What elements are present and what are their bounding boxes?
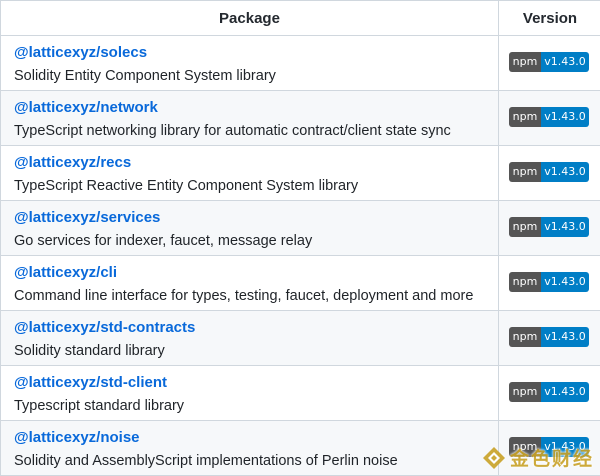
package-description: Solidity Entity Component System library [14, 68, 276, 84]
npm-version-badge[interactable]: npm v1.43.0 [509, 217, 589, 237]
badge-version: v1.43.0 [541, 327, 589, 347]
package-column-header: Package [0, 0, 499, 36]
package-cell: @latticexyz/std-contracts Solidity stand… [0, 310, 499, 366]
badge-version: v1.43.0 [541, 437, 589, 457]
version-column-header: Version [498, 0, 600, 36]
badge-label: npm [509, 382, 541, 402]
package-link-std-contracts[interactable]: @latticexyz/std-contracts [14, 318, 498, 338]
npm-version-badge[interactable]: npm v1.43.0 [509, 107, 589, 127]
badge-label: npm [509, 272, 541, 292]
badge-version: v1.43.0 [541, 162, 589, 182]
npm-version-badge[interactable]: npm v1.43.0 [509, 382, 589, 402]
npm-version-badge[interactable]: npm v1.43.0 [509, 327, 589, 347]
package-description: Command line interface for types, testin… [14, 288, 474, 304]
package-link-noise[interactable]: @latticexyz/noise [14, 428, 498, 448]
table-row: @latticexyz/cli Command line interface f… [0, 255, 600, 311]
badge-label: npm [509, 217, 541, 237]
npm-version-badge[interactable]: npm v1.43.0 [509, 52, 589, 72]
version-cell: npm v1.43.0 [498, 145, 600, 201]
package-cell: @latticexyz/cli Command line interface f… [0, 255, 499, 311]
version-cell: npm v1.43.0 [498, 255, 600, 311]
table-header-row: Package Version [0, 0, 600, 36]
badge-label: npm [509, 52, 541, 72]
version-cell: npm v1.43.0 [498, 420, 600, 476]
table-row: @latticexyz/noise Solidity and AssemblyS… [0, 420, 600, 476]
table-row: @latticexyz/network TypeScript networkin… [0, 90, 600, 146]
table-row: @latticexyz/std-contracts Solidity stand… [0, 310, 600, 366]
package-cell: @latticexyz/network TypeScript networkin… [0, 90, 499, 146]
package-description: Typescript standard library [14, 398, 185, 414]
version-cell: npm v1.43.0 [498, 310, 600, 366]
badge-label: npm [509, 107, 541, 127]
package-description: Go services for indexer, faucet, message… [14, 233, 313, 249]
package-link-cli[interactable]: @latticexyz/cli [14, 263, 498, 283]
badge-version: v1.43.0 [541, 52, 589, 72]
table-row: @latticexyz/recs TypeScript Reactive Ent… [0, 145, 600, 201]
version-cell: npm v1.43.0 [498, 35, 600, 91]
package-link-network[interactable]: @latticexyz/network [14, 98, 498, 118]
package-link-recs[interactable]: @latticexyz/recs [14, 153, 498, 173]
npm-version-badge[interactable]: npm v1.43.0 [509, 437, 589, 457]
badge-version: v1.43.0 [541, 107, 589, 127]
badge-version: v1.43.0 [541, 382, 589, 402]
badge-label: npm [509, 327, 541, 347]
package-link-solecs[interactable]: @latticexyz/solecs [14, 43, 498, 63]
npm-version-badge[interactable]: npm v1.43.0 [509, 162, 589, 182]
version-cell: npm v1.43.0 [498, 200, 600, 256]
package-cell: @latticexyz/solecs Solidity Entity Compo… [0, 35, 499, 91]
package-cell: @latticexyz/recs TypeScript Reactive Ent… [0, 145, 499, 201]
package-description: TypeScript networking library for automa… [14, 123, 451, 139]
package-cell: @latticexyz/services Go services for ind… [0, 200, 499, 256]
version-cell: npm v1.43.0 [498, 90, 600, 146]
package-description: Solidity and AssemblyScript implementati… [14, 453, 398, 469]
table-row: @latticexyz/solecs Solidity Entity Compo… [0, 35, 600, 91]
package-link-services[interactable]: @latticexyz/services [14, 208, 498, 228]
badge-version: v1.43.0 [541, 217, 589, 237]
package-cell: @latticexyz/noise Solidity and AssemblyS… [0, 420, 499, 476]
npm-version-badge[interactable]: npm v1.43.0 [509, 272, 589, 292]
table-row: @latticexyz/services Go services for ind… [0, 200, 600, 256]
badge-label: npm [509, 437, 541, 457]
table-row: @latticexyz/std-client Typescript standa… [0, 365, 600, 421]
package-cell: @latticexyz/std-client Typescript standa… [0, 365, 499, 421]
badge-version: v1.43.0 [541, 272, 589, 292]
badge-label: npm [509, 162, 541, 182]
packages-table: Package Version @latticexyz/solecs Solid… [0, 0, 600, 476]
package-description: Solidity standard library [14, 343, 165, 359]
package-description: TypeScript Reactive Entity Component Sys… [14, 178, 359, 194]
version-cell: npm v1.43.0 [498, 365, 600, 421]
package-link-std-client[interactable]: @latticexyz/std-client [14, 373, 498, 393]
